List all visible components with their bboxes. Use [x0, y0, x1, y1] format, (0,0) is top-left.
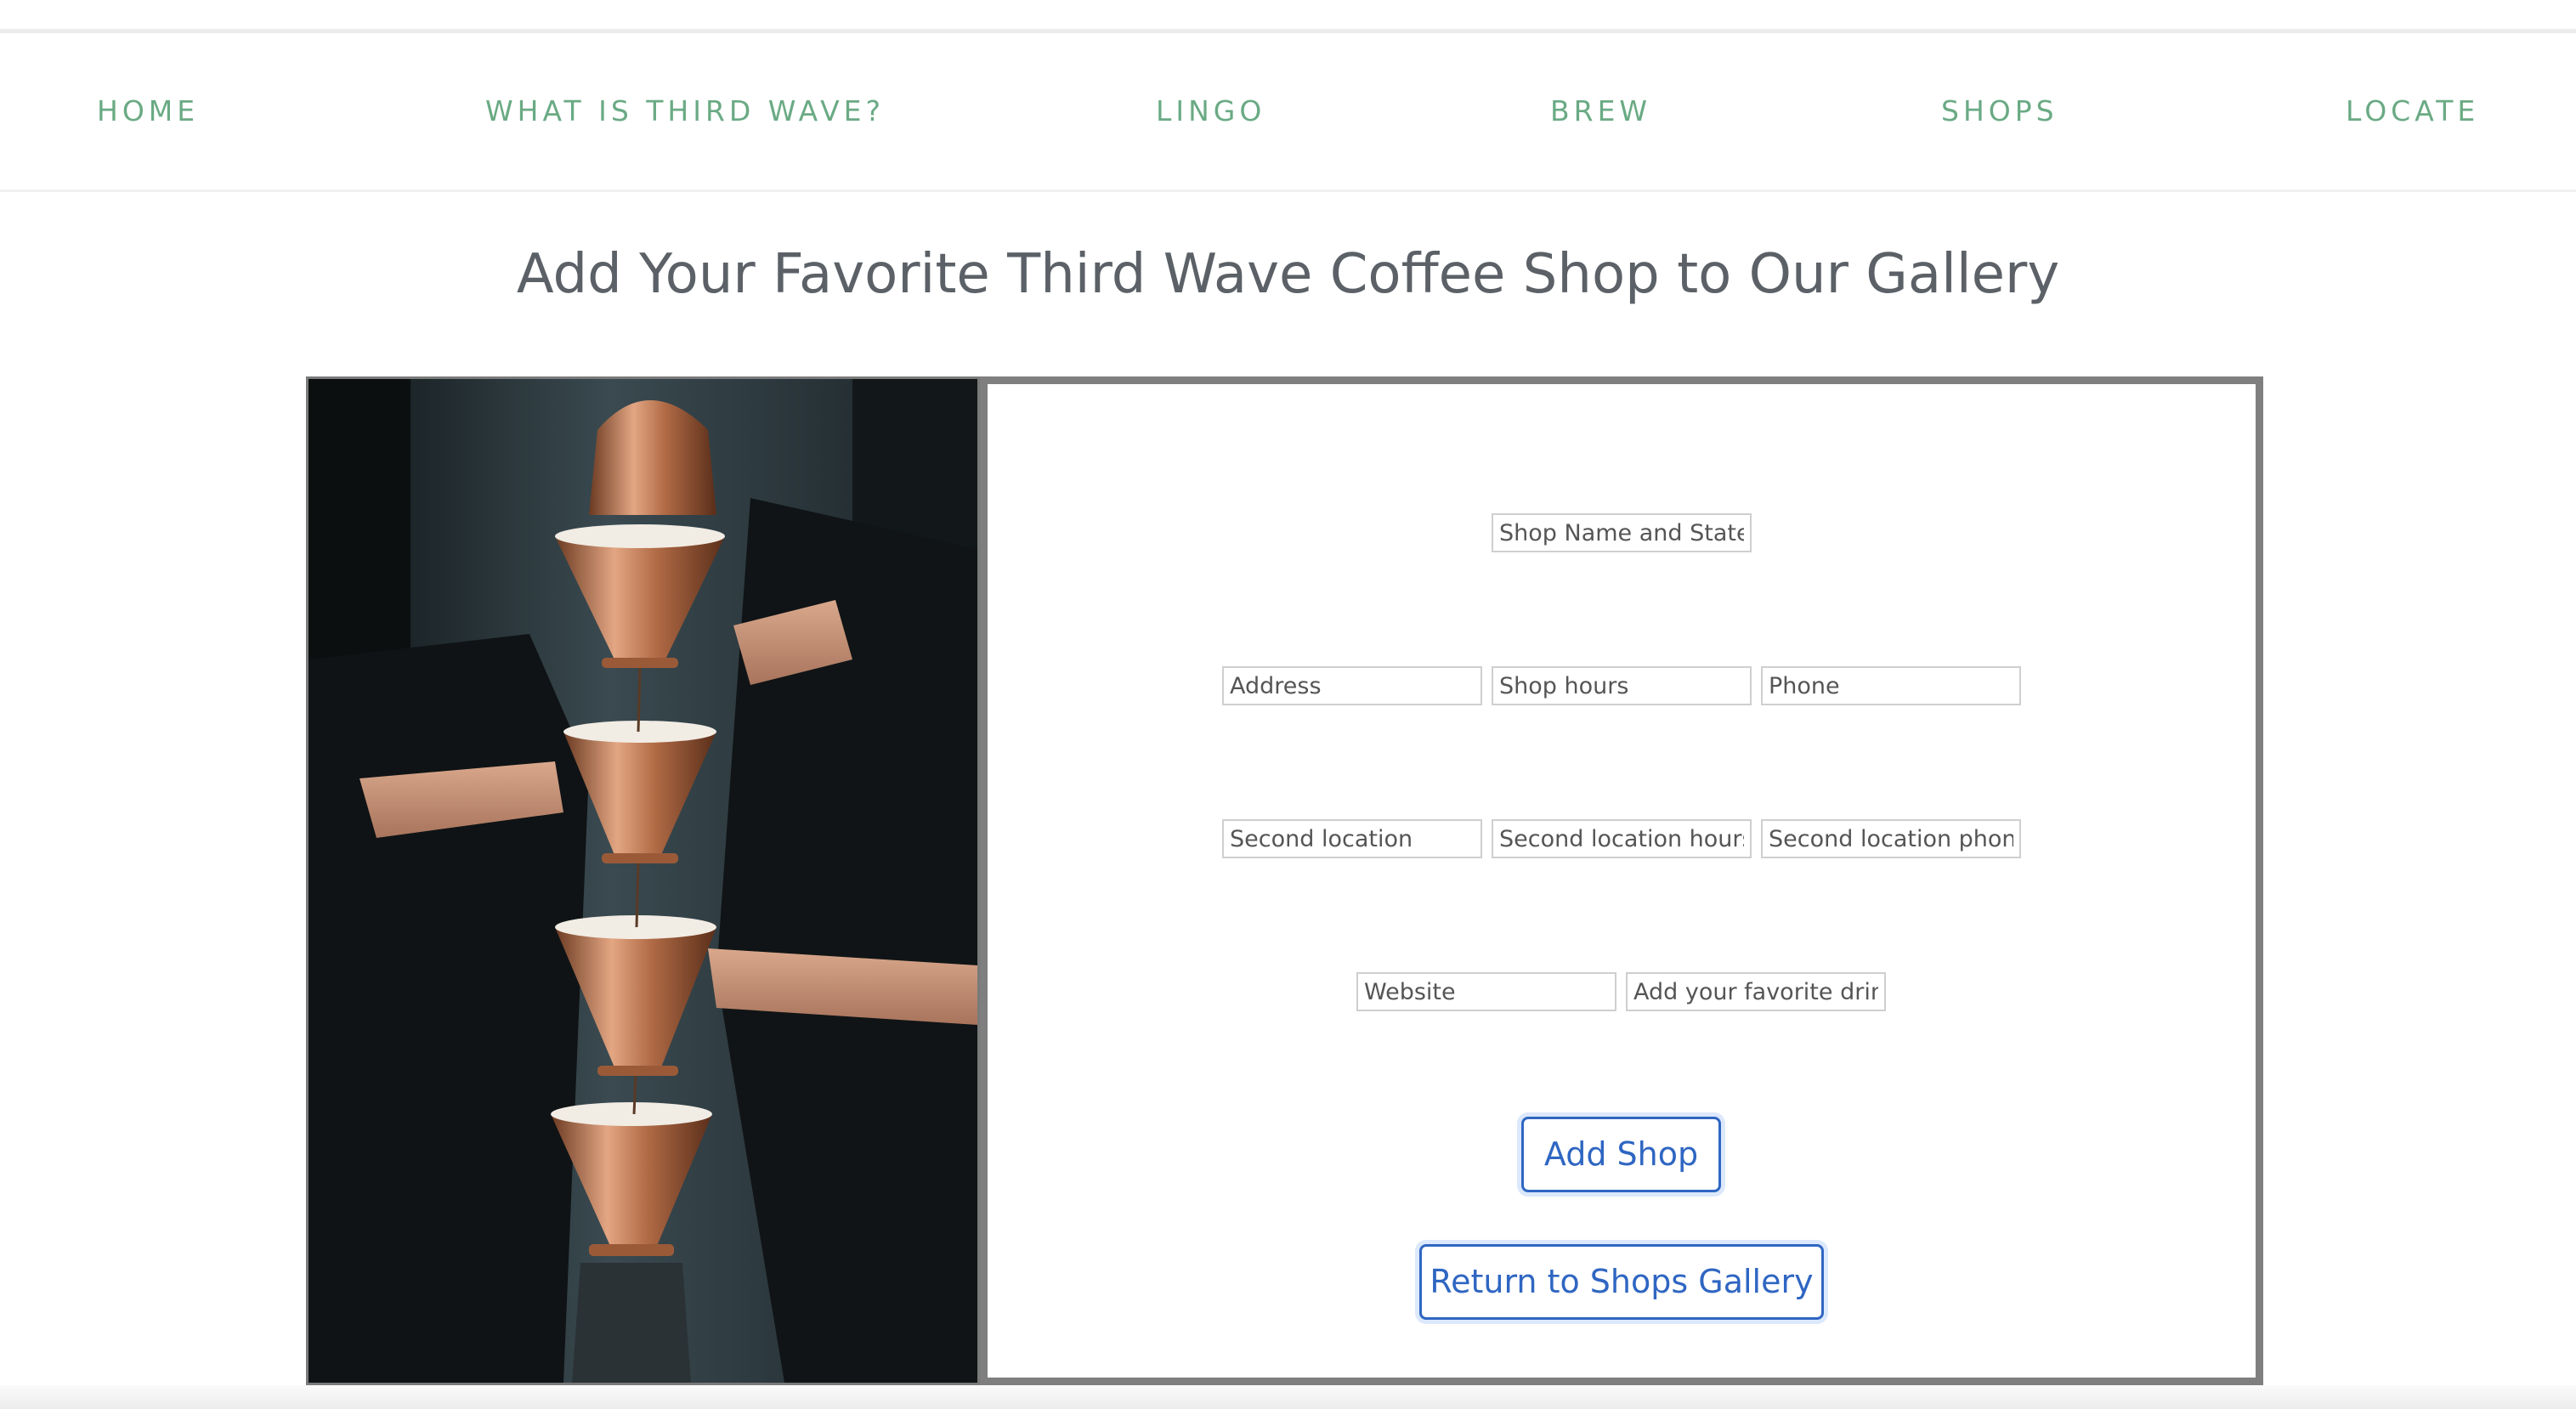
second-location-hours-input[interactable] — [1492, 819, 1752, 858]
nav-lingo[interactable]: LINGO — [1156, 33, 1265, 190]
bottom-fade — [0, 1385, 2576, 1409]
website-input[interactable] — [1356, 972, 1616, 1011]
second-location-phone-input[interactable] — [1761, 819, 2021, 858]
add-shop-button[interactable]: Add Shop — [1521, 1117, 1721, 1192]
phone-input[interactable] — [1761, 666, 2021, 705]
favorite-drink-input[interactable] — [1626, 972, 1886, 1011]
address-input[interactable] — [1222, 666, 1482, 705]
nav-shops[interactable]: SHOPS — [1941, 33, 2058, 190]
return-to-shops-gallery-button[interactable]: Return to Shops Gallery — [1419, 1244, 1824, 1320]
nav-brew[interactable]: BREW — [1550, 33, 1651, 190]
shop-name-state-input[interactable] — [1492, 513, 1752, 552]
main-nav: HOME WHAT IS THIRD WAVE? LINGO BREW SHOP… — [0, 33, 2576, 192]
nav-locate[interactable]: LOCATE — [2346, 33, 2479, 190]
nav-home[interactable]: HOME — [97, 33, 199, 190]
page-title: Add Your Favorite Third Wave Coffee Shop… — [516, 243, 2060, 306]
coffee-photo — [306, 376, 980, 1385]
shop-hours-input[interactable] — [1492, 666, 1752, 705]
page: HOME WHAT IS THIRD WAVE? LINGO BREW SHOP… — [0, 0, 2576, 1409]
second-location-input[interactable] — [1222, 819, 1482, 858]
nav-what-is-third-wave[interactable]: WHAT IS THIRD WAVE? — [485, 33, 885, 190]
